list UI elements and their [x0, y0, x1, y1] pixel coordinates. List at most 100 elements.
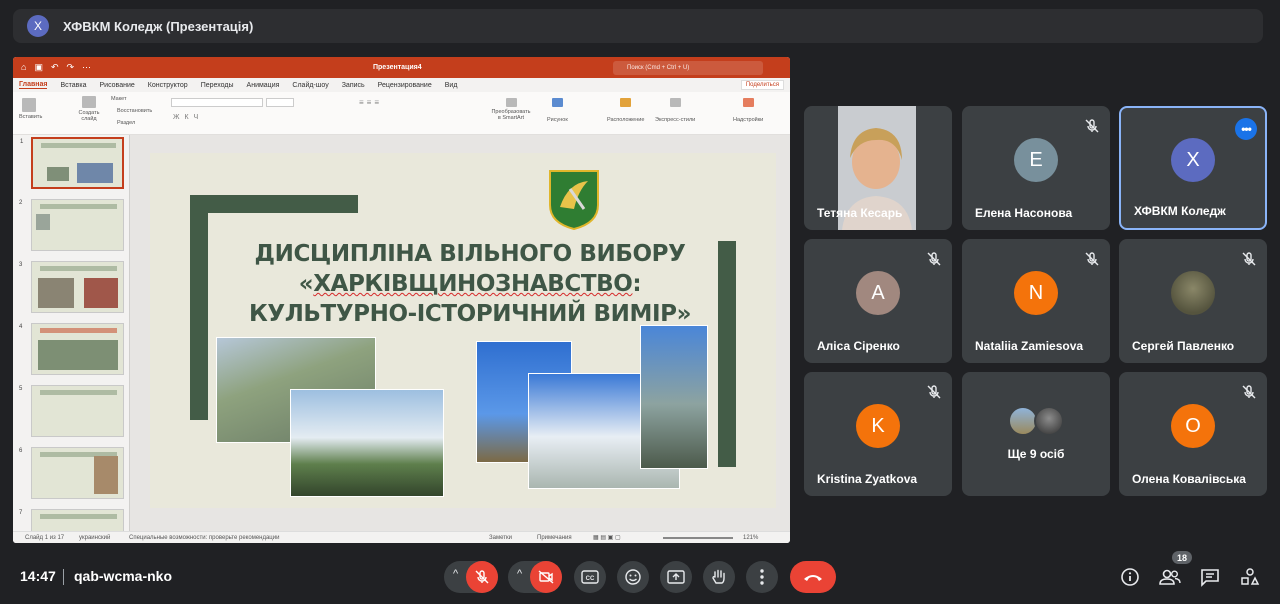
mic-toggle-button[interactable] — [466, 561, 498, 593]
slide-title-line-3: КУЛЬТУРНО-ІСТОРИЧНИЙ ВИМІР» — [248, 301, 692, 327]
picture-button[interactable]: Рисунок — [547, 98, 568, 123]
tab-view[interactable]: Вид — [445, 82, 458, 89]
participant-tile[interactable]: А Аліса Сіренко — [804, 239, 952, 363]
participant-tile[interactable]: K Kristina Zyatkova — [804, 372, 952, 496]
participant-tile[interactable]: О Олена Ковалівська — [1119, 372, 1267, 496]
chat-button[interactable] — [1199, 566, 1221, 588]
tab-animations[interactable]: Анимация — [247, 82, 280, 89]
participant-tile[interactable]: Сергей Павленко — [1119, 239, 1267, 363]
notes-button[interactable]: Заметки — [489, 535, 512, 541]
emoji-button[interactable] — [617, 561, 649, 593]
font-format-icons[interactable]: ЖКЧ — [173, 114, 203, 121]
meeting-code[interactable]: qab-wcma-nko — [74, 568, 172, 584]
accessibility-status[interactable]: Специальные возможности: проверьте реком… — [129, 535, 279, 541]
more-options-icon[interactable]: ••• — [1235, 118, 1257, 140]
participant-name: Тетяна Кесарь — [817, 206, 903, 220]
participant-avatar: Е — [1014, 138, 1058, 182]
slide-title-colon: : — [632, 271, 642, 297]
save-icon[interactable]: ▣ — [34, 62, 43, 73]
slide-thumb-6[interactable]: 6 — [19, 447, 124, 499]
tab-draw[interactable]: Рисование — [100, 82, 135, 89]
people-button[interactable] — [1159, 566, 1181, 588]
reset-button[interactable]: Восстановить — [117, 108, 152, 114]
participant-name: Аліса Сіренко — [817, 339, 900, 353]
meeting-info-button[interactable] — [1119, 566, 1141, 588]
participant-photo-avatar — [1034, 406, 1064, 436]
font-family-select[interactable] — [171, 98, 263, 107]
thumb-picture — [38, 340, 118, 370]
share-button[interactable]: Поделиться — [740, 80, 784, 90]
slide-thumb-1[interactable]: 1 — [20, 137, 124, 189]
more-participants-tile[interactable]: Ще 9 осіб — [962, 372, 1110, 496]
slide-thumb-2[interactable]: 2 — [19, 199, 124, 251]
participant-name: Kristina Zyatkova — [817, 472, 918, 486]
slide-title-spellcheck-word: ХАРКІВЩИНОЗНАВСТВО — [313, 271, 633, 297]
section-button[interactable]: Раздел — [117, 120, 135, 126]
fountain-photo — [290, 389, 444, 497]
view-buttons[interactable]: ▦ ▤ ▣ ▢ — [593, 534, 621, 541]
participant-tile-active[interactable]: ••• Х ХФВКМ Коледж — [1119, 106, 1267, 230]
tab-home[interactable]: Главная — [19, 81, 48, 89]
zoom-slider[interactable] — [663, 537, 733, 539]
zoom-level[interactable]: 121% — [743, 535, 758, 541]
mic-off-icon — [927, 252, 941, 266]
font-size-select[interactable] — [266, 98, 294, 107]
participant-tile[interactable]: Е Елена Насонова — [962, 106, 1110, 230]
language-indicator[interactable]: украинский — [79, 535, 110, 541]
activities-button[interactable] — [1239, 566, 1261, 588]
raise-hand-button[interactable] — [703, 561, 735, 593]
slide-title-line-1: ДИСЦИПЛІНА ВІЛЬНОГО ВИБОРУ — [254, 241, 686, 267]
undo-icon[interactable]: ↶ — [51, 62, 59, 73]
paste-button[interactable]: Вставить — [19, 98, 42, 120]
more-icon[interactable]: ⋯ — [82, 62, 91, 73]
tab-transitions[interactable]: Переходы — [201, 82, 234, 89]
paragraph-icons[interactable]: ≡≡≡ — [359, 98, 382, 107]
camera-options-chevron-icon[interactable]: ^ — [517, 568, 522, 580]
slide-number: 6 — [19, 448, 23, 454]
new-slide-button[interactable]: Создать слайд — [77, 96, 101, 122]
addins-button[interactable]: Надстройки — [733, 98, 763, 123]
slide-thumb-7[interactable]: 7 — [19, 509, 124, 531]
present-button[interactable] — [660, 561, 692, 593]
smartart-icon — [505, 98, 517, 107]
slide-number: 3 — [19, 262, 23, 268]
more-options-button[interactable] — [746, 561, 778, 593]
smartart-button[interactable]: Преобразовать в SmartArt — [491, 98, 531, 121]
participant-tile[interactable]: N Nataliia Zamiesova — [962, 239, 1110, 363]
participant-tile[interactable]: Тетяна Кесарь — [804, 106, 952, 230]
current-slide[interactable]: ДИСЦИПЛІНА ВІЛЬНОГО ВИБОРУ «ХАРКІВЩИНОЗН… — [150, 153, 776, 508]
camera-toggle-button[interactable] — [530, 561, 562, 593]
leave-call-button[interactable] — [790, 561, 836, 593]
layout-button[interactable]: Макет — [111, 96, 127, 102]
raise-hand-icon — [712, 569, 725, 584]
home-icon[interactable]: ⌂ — [21, 62, 26, 73]
mic-options-chevron-icon[interactable]: ^ — [453, 568, 458, 580]
captions-button[interactable]: CC — [574, 561, 606, 593]
thumb-title — [40, 328, 117, 333]
smartart-label: Преобразовать в SmartArt — [491, 109, 531, 121]
document-name: Презентация4 — [373, 64, 422, 71]
redo-icon[interactable]: ↷ — [67, 62, 75, 73]
tab-design[interactable]: Конструктор — [148, 82, 188, 89]
mic-off-icon — [1085, 119, 1099, 133]
slide-thumb-4[interactable]: 4 — [19, 323, 124, 375]
slide-editor: ДИСЦИПЛІНА ВІЛЬНОГО ВИБОРУ «ХАРКІВЩИНОЗН… — [130, 135, 790, 531]
ppt-search[interactable]: Поиск (Cmd + Ctrl + U) — [613, 60, 763, 75]
mic-off-icon — [927, 385, 941, 399]
tab-record[interactable]: Запись — [342, 82, 365, 89]
tab-slideshow[interactable]: Слайд-шоу — [292, 82, 328, 89]
meeting-clock: 14:47 — [20, 568, 56, 584]
participant-avatar: N — [1014, 271, 1058, 315]
slide-thumb-5[interactable]: 5 — [19, 385, 124, 437]
comments-button[interactable]: Примечания — [537, 535, 572, 541]
participant-avatar: А — [856, 271, 900, 315]
arrange-button[interactable]: Расположение — [607, 98, 644, 123]
ribbon: Вставить Создать слайд Макет Восстановит… — [13, 92, 790, 135]
quick-styles-button[interactable]: Экспресс-стили — [655, 98, 695, 123]
svg-text:CC: CC — [586, 576, 595, 582]
slide-thumb-3[interactable]: 3 — [19, 261, 124, 313]
tab-insert[interactable]: Вставка — [60, 82, 86, 89]
participant-avatar: Х — [1171, 138, 1215, 182]
slide-title-line-2: «ХАРКІВЩИНОЗНАВСТВО: — [230, 269, 710, 299]
tab-review[interactable]: Рецензирование — [378, 82, 432, 89]
